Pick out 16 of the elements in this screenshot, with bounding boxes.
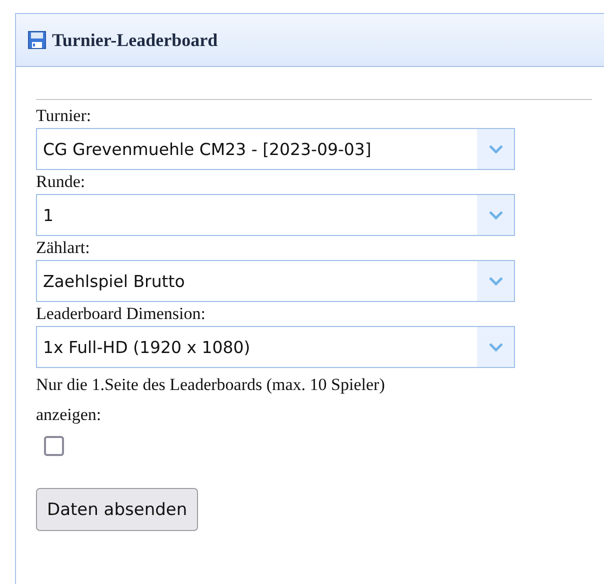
chevron-down-icon [488,210,504,220]
dropdown[interactable]: CG Grevenmuehle CM23 - [2023-09-03] [36,128,515,170]
submit-button[interactable]: Daten absenden [36,488,198,531]
chevron-down-icon [488,342,504,352]
dropdown[interactable]: Zaehlspiel Brutto [36,260,515,302]
field-label: Leaderboard Dimension: [36,303,206,325]
dropdown[interactable]: 1 [36,194,515,236]
panel-title: Turnier-Leaderboard [52,30,218,50]
checkbox[interactable] [44,436,64,456]
dropdown[interactable]: 1x Full-HD (1920 x 1080) [36,326,515,368]
chevron-down-icon [488,276,504,286]
field-label: Zählart: [36,237,90,259]
field-label: Runde: [36,171,86,193]
chevron-down-icon [488,144,504,154]
field-label: Turnier: [36,105,92,127]
option-label: Nur die 1.Seite des Leaderboards (max. 10 Spieler) anzeigen: [36,374,386,426]
